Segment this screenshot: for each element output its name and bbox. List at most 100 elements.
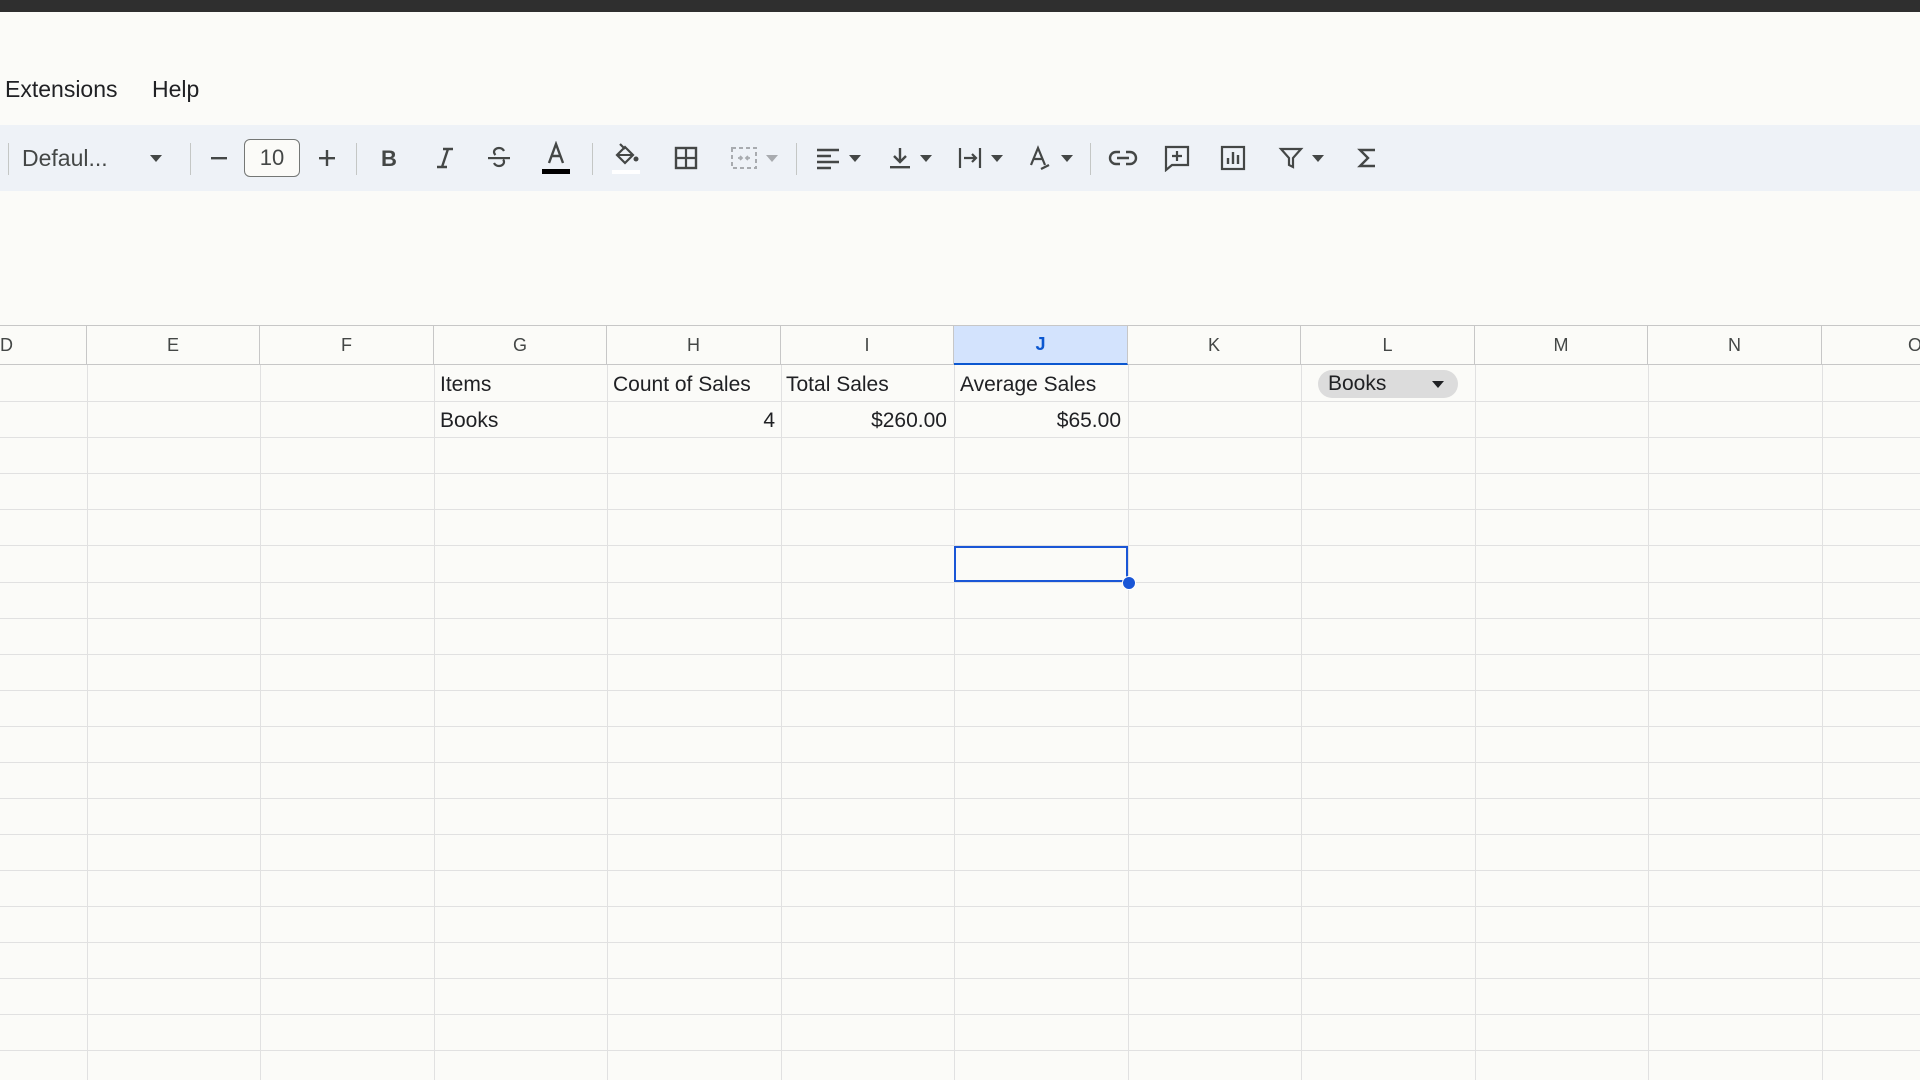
- chevron-down-icon: [1312, 154, 1324, 162]
- cell-g-header-items[interactable]: Items: [440, 373, 491, 397]
- italic-icon: [437, 147, 453, 169]
- cell-h-count-value[interactable]: 4: [607, 409, 775, 433]
- align-left-icon: [817, 148, 839, 170]
- grid-line: [0, 582, 1920, 583]
- plus-icon: [319, 150, 335, 166]
- grid-line: [0, 906, 1920, 907]
- cell-g-books[interactable]: Books: [440, 409, 498, 433]
- column-header-j[interactable]: J: [954, 325, 1128, 365]
- sigma-icon: [1357, 148, 1375, 168]
- column-header-g[interactable]: G: [434, 325, 607, 365]
- menu-extensions[interactable]: Extensions: [5, 76, 118, 103]
- column-header-m[interactable]: M: [1475, 325, 1648, 365]
- link-icon: [1108, 150, 1138, 166]
- functions-button[interactable]: [1350, 125, 1384, 191]
- strikethrough-button[interactable]: [482, 125, 516, 191]
- column-header-d[interactable]: D: [0, 325, 87, 365]
- vertical-align-button[interactable]: [882, 125, 938, 191]
- selected-cell-j6[interactable]: [954, 546, 1128, 582]
- grid-line: [0, 437, 1920, 438]
- formula-area: [0, 191, 1920, 325]
- insert-link-button[interactable]: [1104, 125, 1142, 191]
- cell-i-header-total[interactable]: Total Sales: [786, 373, 889, 397]
- merge-cells-button[interactable]: [724, 125, 784, 191]
- column-header-e[interactable]: E: [87, 325, 260, 365]
- chevron-down-icon: [920, 154, 932, 162]
- grid-line: [0, 870, 1920, 871]
- grid-line: [0, 834, 1920, 835]
- menu-bar: Extensions Help: [0, 12, 1920, 125]
- text-wrap-icon: [958, 148, 982, 168]
- grid-line: [0, 401, 1920, 402]
- filter-button[interactable]: [1270, 125, 1332, 191]
- grid-line: [0, 798, 1920, 799]
- column-header-f[interactable]: F: [260, 325, 434, 365]
- toolbar-separator: [356, 143, 357, 175]
- paint-bucket-icon: [612, 143, 640, 174]
- grid-line: [0, 1014, 1920, 1015]
- text-rotation-icon: [1029, 145, 1050, 170]
- comment-add-icon: [1164, 145, 1190, 172]
- font-family-select[interactable]: Defaul...: [22, 125, 172, 191]
- column-header-n[interactable]: N: [1648, 325, 1822, 365]
- chevron-down-icon: [1432, 380, 1444, 388]
- text-wrapping-button[interactable]: [952, 125, 1008, 191]
- cell-i-total-value[interactable]: $260.00: [781, 409, 947, 433]
- bold-button[interactable]: B: [372, 125, 406, 191]
- chevron-down-icon: [150, 154, 162, 162]
- grid-line: [0, 978, 1920, 979]
- borders-button[interactable]: [668, 125, 704, 191]
- increase-font-size-button[interactable]: [312, 125, 342, 191]
- toolbar-separator: [8, 143, 9, 175]
- column-header-i[interactable]: I: [781, 325, 954, 365]
- spreadsheet-grid: D E F G H I J K L M N O: [0, 325, 1920, 1080]
- minus-icon: [211, 157, 227, 160]
- toolbar: Defaul... 10 B: [0, 125, 1920, 191]
- grid-line: [0, 690, 1920, 691]
- insert-chart-button[interactable]: [1214, 125, 1252, 191]
- column-header-o[interactable]: O: [1822, 325, 1920, 365]
- chevron-down-icon: [1061, 154, 1073, 162]
- strikethrough-icon: [488, 146, 510, 168]
- toolbar-separator: [796, 143, 797, 175]
- toolbar-separator: [1090, 143, 1091, 175]
- column-header-l[interactable]: L: [1301, 325, 1475, 365]
- svg-text:B: B: [381, 146, 397, 170]
- grid-line: [0, 618, 1920, 619]
- fill-handle[interactable]: [1122, 576, 1136, 590]
- horizontal-align-button[interactable]: [810, 125, 866, 191]
- grid-line: [0, 473, 1920, 474]
- text-rotation-button[interactable]: [1022, 125, 1078, 191]
- fill-color-button[interactable]: [606, 125, 646, 191]
- dropdown-chip[interactable]: Books: [1318, 370, 1458, 398]
- menu-help[interactable]: Help: [152, 76, 199, 103]
- column-header-h[interactable]: H: [607, 325, 781, 365]
- cell-h-header-count[interactable]: Count of Sales: [613, 373, 751, 397]
- grid-line: [0, 942, 1920, 943]
- filter-icon: [1278, 147, 1304, 169]
- align-bottom-icon: [890, 148, 910, 169]
- toolbar-separator: [592, 143, 593, 175]
- merge-cells-icon: [731, 147, 757, 169]
- column-label: O: [1908, 334, 1920, 355]
- dropdown-chip-label: Books: [1328, 372, 1387, 395]
- cell-j-average-value[interactable]: $65.00: [954, 409, 1121, 433]
- chart-icon: [1220, 145, 1246, 171]
- grid-line: [0, 654, 1920, 655]
- chevron-down-icon: [766, 154, 778, 162]
- grid-line: [0, 762, 1920, 763]
- grid-line: [0, 1050, 1920, 1051]
- decrease-font-size-button[interactable]: [204, 125, 234, 191]
- font-size-input[interactable]: 10: [244, 139, 300, 177]
- column-header-k[interactable]: K: [1128, 325, 1301, 365]
- column-label: D: [0, 334, 13, 355]
- text-color-button[interactable]: [536, 125, 576, 191]
- cell-j-header-average[interactable]: Average Sales: [960, 373, 1096, 397]
- insert-comment-button[interactable]: [1158, 125, 1196, 191]
- grid-line: [0, 726, 1920, 727]
- bold-icon: B: [381, 146, 397, 170]
- grid-line: [0, 509, 1920, 510]
- italic-button[interactable]: [428, 125, 462, 191]
- toolbar-separator: [190, 143, 191, 175]
- text-color-icon: [542, 141, 570, 174]
